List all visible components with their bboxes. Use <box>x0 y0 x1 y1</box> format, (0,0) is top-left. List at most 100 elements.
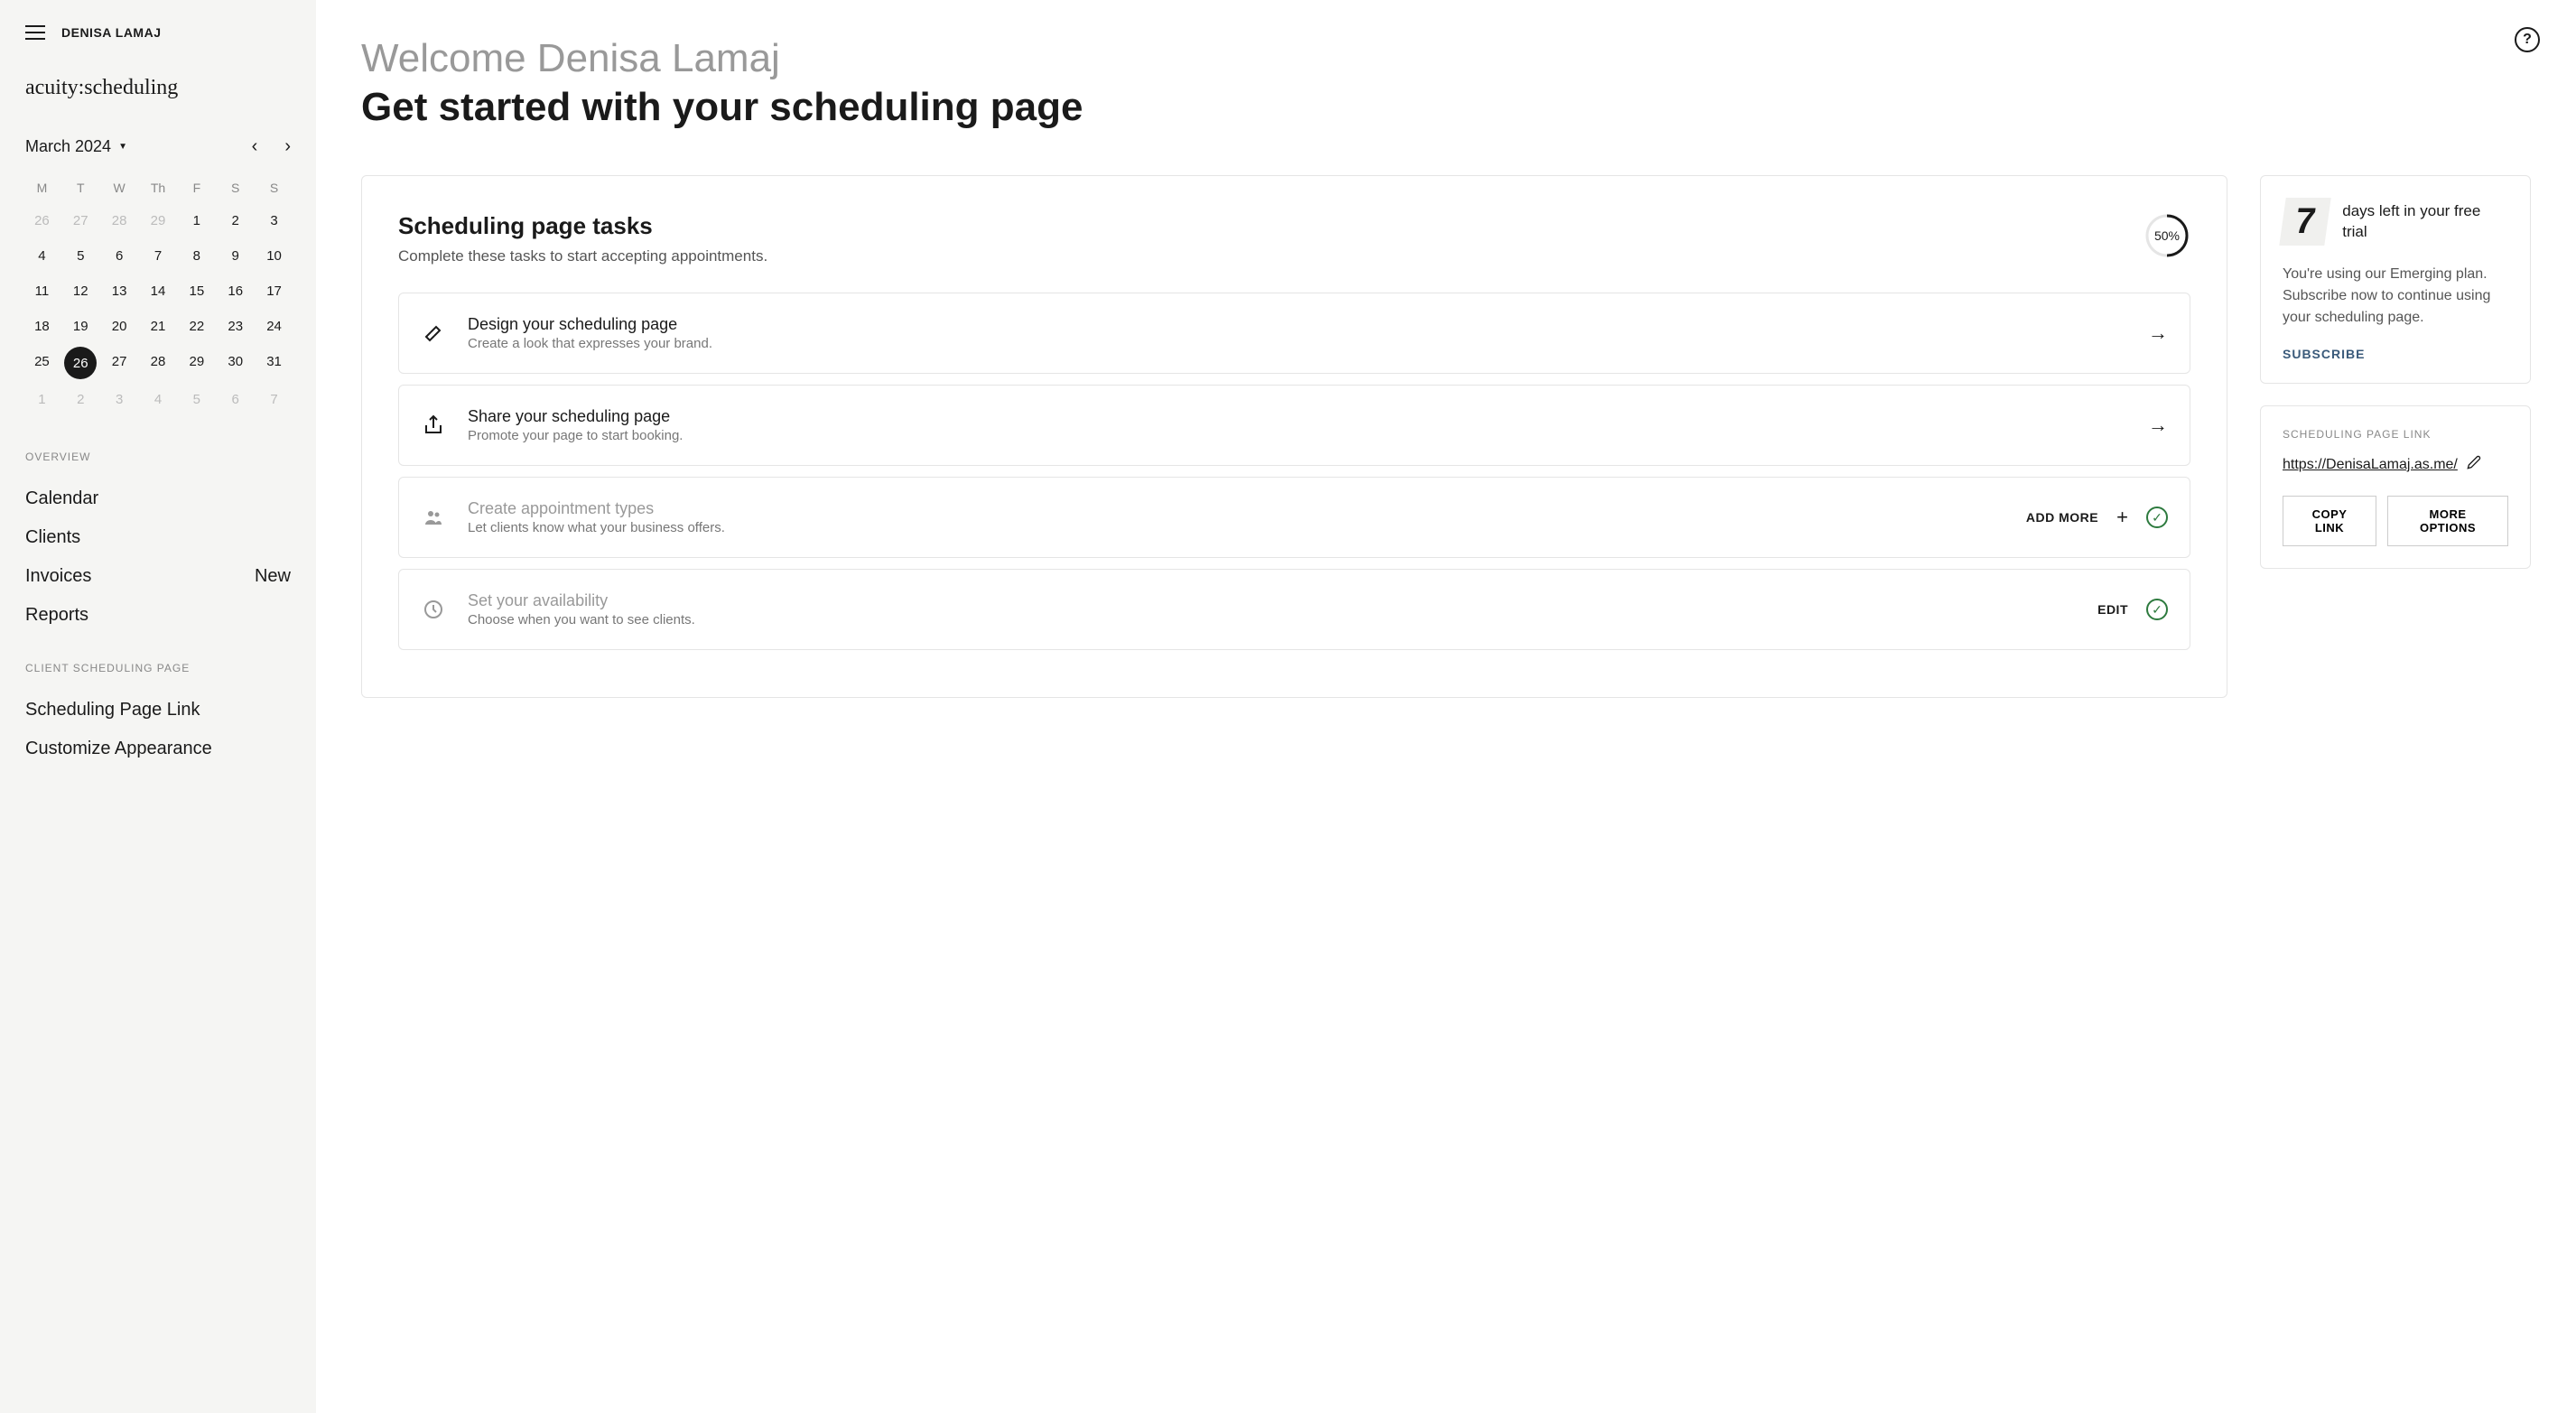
arrow-right-icon[interactable]: → <box>2148 321 2168 345</box>
task-item[interactable]: Share your scheduling pagePromote your p… <box>398 385 2190 466</box>
nav-item-customize-appearance[interactable]: Customize Appearance <box>25 730 291 768</box>
calendar-day[interactable]: 2 <box>219 206 252 236</box>
trial-days: 7 <box>2279 198 2331 246</box>
calendar-day[interactable]: 30 <box>219 347 252 379</box>
logo: acuity:scheduling <box>25 76 291 100</box>
trial-days-label: days left in your free trial <box>2342 201 2508 241</box>
nav-item-reports[interactable]: Reports <box>25 596 291 635</box>
month-label: March 2024 <box>25 137 111 156</box>
task-desc: Create a look that expresses your brand. <box>468 336 2126 351</box>
nav-item-calendar[interactable]: Calendar <box>25 479 291 518</box>
tasks-title: Scheduling page tasks <box>398 212 767 240</box>
nav-item-invoices[interactable]: InvoicesNew <box>25 557 291 596</box>
calendar-day[interactable]: 18 <box>25 311 59 341</box>
calendar-day[interactable]: 11 <box>25 276 59 306</box>
calendar-day[interactable]: 13 <box>103 276 136 306</box>
calendar-day[interactable]: 2 <box>64 385 98 414</box>
calendar-day[interactable]: 23 <box>219 311 252 341</box>
calendar-day[interactable]: 4 <box>142 385 175 414</box>
tasks-card: Scheduling page tasks Complete these tas… <box>361 175 2227 698</box>
calendar-day[interactable]: 16 <box>219 276 252 306</box>
calendar-day[interactable]: 6 <box>103 241 136 271</box>
weekday-header: M <box>25 175 59 200</box>
calendar-day[interactable]: 29 <box>142 206 175 236</box>
share-icon <box>421 413 446 438</box>
calendar-day[interactable]: 7 <box>142 241 175 271</box>
trial-card: 7 days left in your free trial You're us… <box>2260 175 2531 384</box>
calendar-day[interactable]: 27 <box>103 347 136 379</box>
calendar-day[interactable]: 29 <box>180 347 213 379</box>
calendar-day[interactable]: 25 <box>25 347 59 379</box>
tasks-subtitle: Complete these tasks to start accepting … <box>398 247 767 265</box>
calendar-day[interactable]: 31 <box>257 347 291 379</box>
task-desc: Choose when you want to see clients. <box>468 612 2076 627</box>
task-item[interactable]: Set your availabilityChoose when you wan… <box>398 569 2190 650</box>
calendar-day[interactable]: 26 <box>25 206 59 236</box>
calendar-day[interactable]: 26 <box>64 347 97 379</box>
weekday-header: S <box>219 175 252 200</box>
nav-label: Calendar <box>25 488 98 509</box>
scheduling-link[interactable]: https://DenisaLamaj.as.me/ <box>2283 457 2458 473</box>
calendar-day[interactable]: 7 <box>257 385 291 414</box>
task-item[interactable]: Design your scheduling pageCreate a look… <box>398 293 2190 374</box>
menu-icon[interactable] <box>25 25 45 40</box>
calendar-day[interactable]: 22 <box>180 311 213 341</box>
nav-item-clients[interactable]: Clients <box>25 518 291 557</box>
trial-desc: You're using our Emerging plan. Subscrib… <box>2283 264 2508 329</box>
nav-label: Customize Appearance <box>25 739 212 759</box>
welcome-heading: Welcome Denisa Lamaj <box>361 36 2531 81</box>
arrow-right-icon[interactable]: → <box>2148 414 2168 437</box>
calendar-day[interactable]: 27 <box>64 206 98 236</box>
more-options-button[interactable]: MORE OPTIONS <box>2387 496 2508 546</box>
link-card: SCHEDULING PAGE LINK https://DenisaLamaj… <box>2260 405 2531 569</box>
calendar-day[interactable]: 6 <box>219 385 252 414</box>
clock-icon <box>421 597 446 622</box>
calendar-day[interactable]: 24 <box>257 311 291 341</box>
weekday-header: F <box>180 175 213 200</box>
plus-icon[interactable]: + <box>2116 506 2128 529</box>
task-item[interactable]: Create appointment typesLet clients know… <box>398 477 2190 558</box>
prev-month-button[interactable]: ‹ <box>252 136 258 157</box>
check-icon: ✓ <box>2146 507 2168 528</box>
weekday-header: Th <box>142 175 175 200</box>
calendar-day[interactable]: 4 <box>25 241 59 271</box>
add-more-label: ADD MORE <box>2026 510 2098 525</box>
calendar-day[interactable]: 28 <box>142 347 175 379</box>
calendar-day[interactable]: 3 <box>103 385 136 414</box>
weekday-header: T <box>64 175 98 200</box>
edit-label[interactable]: EDIT <box>2097 602 2128 617</box>
calendar-day[interactable]: 19 <box>64 311 98 341</box>
csp-label: CLIENT SCHEDULING PAGE <box>25 662 291 674</box>
progress-text: 50% <box>2154 228 2180 243</box>
calendar-day[interactable]: 5 <box>64 241 98 271</box>
calendar-day[interactable]: 14 <box>142 276 175 306</box>
help-icon[interactable]: ? <box>2515 27 2540 52</box>
calendar-day[interactable]: 28 <box>103 206 136 236</box>
progress-ring: 50% <box>2144 212 2190 259</box>
nav-label: Invoices <box>25 566 91 587</box>
calendar-day[interactable]: 10 <box>257 241 291 271</box>
calendar-day[interactable]: 8 <box>180 241 213 271</box>
task-desc: Promote your page to start booking. <box>468 428 2126 443</box>
overview-label: OVERVIEW <box>25 451 291 463</box>
pencil-icon[interactable] <box>2467 455 2481 474</box>
calendar-day[interactable]: 17 <box>257 276 291 306</box>
calendar-day[interactable]: 9 <box>219 241 252 271</box>
next-month-button[interactable]: › <box>284 136 291 157</box>
calendar-day[interactable]: 3 <box>257 206 291 236</box>
month-selector[interactable]: March 2024 ▼ <box>25 137 127 156</box>
user-name: DENISA LAMAJ <box>61 25 162 40</box>
calendar-day[interactable]: 1 <box>180 206 213 236</box>
weekday-header: W <box>103 175 136 200</box>
nav-item-scheduling-page-link[interactable]: Scheduling Page Link <box>25 691 291 730</box>
link-card-label: SCHEDULING PAGE LINK <box>2283 428 2508 441</box>
calendar-day[interactable]: 15 <box>180 276 213 306</box>
subscribe-button[interactable]: SUBSCRIBE <box>2283 347 2508 361</box>
check-icon: ✓ <box>2146 599 2168 620</box>
calendar-day[interactable]: 12 <box>64 276 98 306</box>
calendar-day[interactable]: 21 <box>142 311 175 341</box>
calendar-day[interactable]: 20 <box>103 311 136 341</box>
copy-link-button[interactable]: COPY LINK <box>2283 496 2376 546</box>
calendar-day[interactable]: 1 <box>25 385 59 414</box>
calendar-day[interactable]: 5 <box>180 385 213 414</box>
